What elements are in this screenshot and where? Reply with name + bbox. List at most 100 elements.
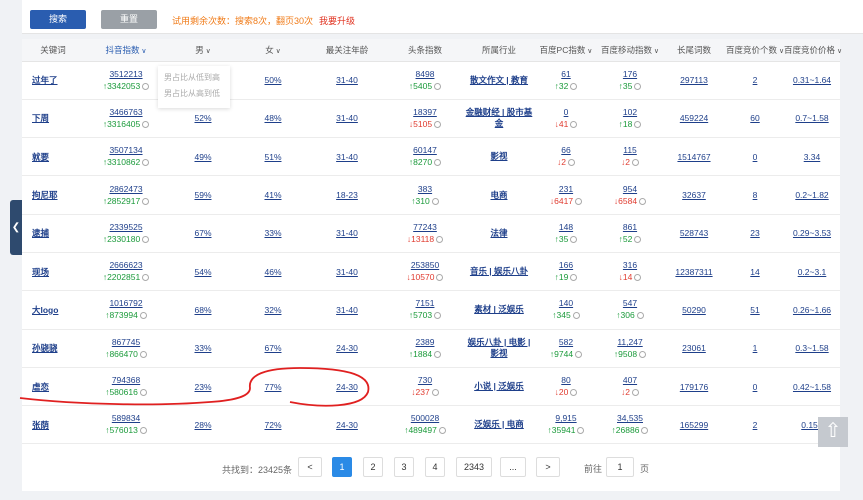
column-header[interactable]: 百度PC指数 ∨ xyxy=(534,39,598,62)
baidu-mobile-index-value[interactable]: 176 xyxy=(598,69,662,80)
keyword-link[interactable]: 下周 xyxy=(22,99,84,139)
male-percent[interactable]: 33% xyxy=(194,343,211,353)
bid-count[interactable]: 23 xyxy=(750,228,759,238)
industry-link[interactable]: 金融财经 | 股市基金 xyxy=(466,107,533,128)
long-tail-count[interactable]: 23061 xyxy=(682,343,706,353)
column-header[interactable]: 抖音指数 ∨ xyxy=(84,39,168,62)
bid-price[interactable]: 3.34 xyxy=(804,152,821,162)
toutiao-index-value[interactable]: 8498 xyxy=(386,69,464,80)
chevron-left-icon[interactable]: ❮ xyxy=(10,200,22,255)
age-range[interactable]: 31-40 xyxy=(336,75,358,85)
douyin-index-value[interactable]: 2339525 xyxy=(84,222,168,233)
long-tail-count[interactable]: 528743 xyxy=(680,228,708,238)
female-percent[interactable]: 46% xyxy=(264,267,281,277)
male-percent[interactable]: 54% xyxy=(194,267,211,277)
bid-count[interactable]: 0 xyxy=(753,382,758,392)
column-header[interactable]: 最关注年龄 xyxy=(308,39,386,62)
keyword-link[interactable]: 就要 xyxy=(22,137,84,177)
keyword-link[interactable]: 拘尼耶 xyxy=(22,175,84,215)
keyword-link[interactable]: 张荫 xyxy=(22,405,84,445)
age-range[interactable]: 31-40 xyxy=(336,267,358,277)
goto-page-input[interactable]: 1 xyxy=(606,457,634,477)
douyin-index-value[interactable]: 867745 xyxy=(84,337,168,348)
age-range[interactable]: 31-40 xyxy=(336,113,358,123)
bid-price[interactable]: 0.31~1.64 xyxy=(793,75,831,85)
male-percent[interactable]: 23% xyxy=(194,382,211,392)
age-range[interactable]: 31-40 xyxy=(336,305,358,315)
bid-price[interactable]: 0.7~1.58 xyxy=(795,113,828,123)
keyword-link[interactable]: 过年了 xyxy=(22,61,84,100)
long-tail-count[interactable]: 297113 xyxy=(680,75,708,85)
douyin-index-value[interactable]: 2862473 xyxy=(84,184,168,195)
long-tail-count[interactable]: 165299 xyxy=(680,420,708,430)
toutiao-index-value[interactable]: 77243 xyxy=(386,222,464,233)
bid-count[interactable]: 8 xyxy=(753,190,758,200)
age-range[interactable]: 24-30 xyxy=(336,382,358,392)
douyin-index-value[interactable]: 3512213 xyxy=(84,69,168,80)
female-percent[interactable]: 51% xyxy=(264,152,281,162)
chevron-down-icon[interactable]: ∨ xyxy=(274,48,281,55)
industry-link[interactable]: 电商 xyxy=(490,190,507,200)
baidu-pc-index-value[interactable]: 0 xyxy=(534,107,598,118)
baidu-mobile-index-value[interactable]: 115 xyxy=(598,145,662,156)
industry-link[interactable]: 小说 | 泛娱乐 xyxy=(474,381,524,391)
column-header[interactable]: 男 ∨ xyxy=(168,39,238,62)
baidu-mobile-index-value[interactable]: 34,535 xyxy=(598,413,662,424)
female-percent[interactable]: 41% xyxy=(264,190,281,200)
chevron-down-icon[interactable]: ∨ xyxy=(585,48,592,55)
male-percent[interactable]: 52% xyxy=(194,113,211,123)
douyin-index-value[interactable]: 3507134 xyxy=(84,145,168,156)
prev-page-button[interactable]: < xyxy=(298,457,322,477)
female-percent[interactable]: 50% xyxy=(264,75,281,85)
long-tail-count[interactable]: 1514767 xyxy=(677,152,710,162)
toutiao-index-value[interactable]: 2389 xyxy=(386,337,464,348)
chevron-down-icon[interactable]: ∨ xyxy=(204,48,211,55)
toutiao-index-value[interactable]: 253850 xyxy=(386,260,464,271)
upgrade-link[interactable]: 我要升级 xyxy=(319,16,355,26)
column-header[interactable]: 长尾词数 xyxy=(662,39,726,62)
baidu-pc-index-value[interactable]: 166 xyxy=(534,260,598,271)
reset-button[interactable]: 重置 xyxy=(101,10,157,29)
bid-price[interactable]: 0.29~3.53 xyxy=(793,228,831,238)
baidu-pc-index-value[interactable]: 148 xyxy=(534,222,598,233)
sort-option-desc[interactable]: 男占比从低到高 xyxy=(164,70,224,86)
column-header[interactable]: 头条指数 xyxy=(386,39,464,62)
industry-link[interactable]: 法律 xyxy=(490,228,507,238)
age-range[interactable]: 31-40 xyxy=(336,152,358,162)
female-percent[interactable]: 32% xyxy=(264,305,281,315)
column-header[interactable]: 百度移动指数 ∨ xyxy=(598,39,662,62)
male-percent[interactable]: 59% xyxy=(194,190,211,200)
more-pages-button[interactable]: ... xyxy=(500,457,526,477)
keyword-link[interactable]: 虐恋 xyxy=(22,367,84,407)
page-button[interactable]: 3 xyxy=(394,457,414,477)
industry-link[interactable]: 影视 xyxy=(490,151,507,161)
arrow-up-icon[interactable]: ⇧ xyxy=(818,417,848,447)
baidu-pc-index-value[interactable]: 231 xyxy=(534,184,598,195)
baidu-mobile-index-value[interactable]: 407 xyxy=(598,375,662,386)
bid-count[interactable]: 14 xyxy=(750,267,759,277)
baidu-pc-index-value[interactable]: 66 xyxy=(534,145,598,156)
female-percent[interactable]: 77% xyxy=(264,382,281,392)
age-range[interactable]: 24-30 xyxy=(336,343,358,353)
page-button[interactable]: 1 xyxy=(332,457,352,477)
male-percent[interactable]: 68% xyxy=(194,305,211,315)
baidu-pc-index-value[interactable]: 80 xyxy=(534,375,598,386)
bid-price[interactable]: 0.3~1.58 xyxy=(795,343,828,353)
page-button[interactable]: 2 xyxy=(363,457,383,477)
bid-count[interactable]: 1 xyxy=(753,343,758,353)
bid-price[interactable]: 0.2~1.82 xyxy=(795,190,828,200)
long-tail-count[interactable]: 179176 xyxy=(680,382,708,392)
age-range[interactable]: 31-40 xyxy=(336,228,358,238)
keyword-link[interactable]: 大logo xyxy=(22,290,84,330)
toutiao-index-value[interactable]: 730 xyxy=(386,375,464,386)
long-tail-count[interactable]: 459224 xyxy=(680,113,708,123)
male-percent[interactable]: 28% xyxy=(194,420,211,430)
bid-price[interactable]: 0.42~1.58 xyxy=(793,382,831,392)
douyin-index-value[interactable]: 3466763 xyxy=(84,107,168,118)
sort-option-asc[interactable]: 男占比从高到低 xyxy=(164,86,224,102)
bid-price[interactable]: 0.2~3.1 xyxy=(798,267,827,277)
male-percent[interactable]: 67% xyxy=(194,228,211,238)
page-button[interactable]: 4 xyxy=(425,457,445,477)
page-button[interactable]: 2343 xyxy=(456,457,492,477)
toutiao-index-value[interactable]: 18397 xyxy=(386,107,464,118)
